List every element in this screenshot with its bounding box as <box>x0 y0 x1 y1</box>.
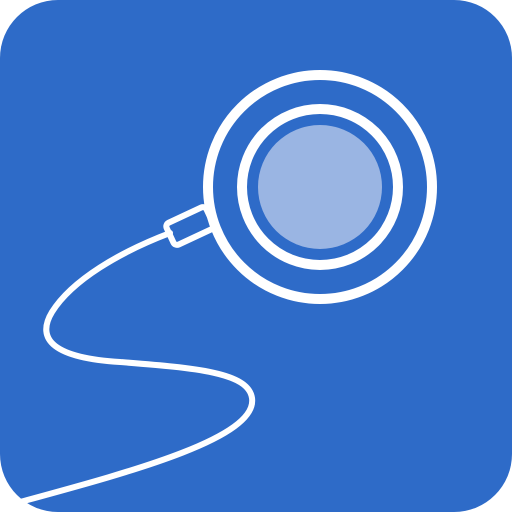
app-icon <box>0 0 512 512</box>
icon-background <box>0 0 512 512</box>
lens-icon <box>258 125 382 249</box>
